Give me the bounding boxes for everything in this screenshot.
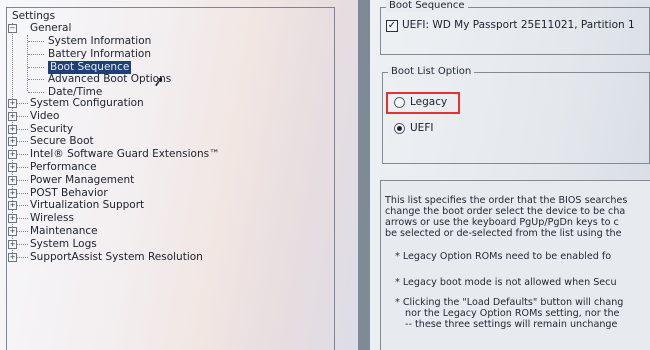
tree-item-label: Wireless — [30, 212, 74, 225]
help-bullet: * Legacy Option ROMs need to be enabled … — [395, 251, 612, 262]
tree-connector — [17, 205, 28, 207]
tree-item-label: Video — [30, 109, 60, 122]
tree-connector — [28, 41, 44, 42]
tree-connector — [17, 192, 28, 194]
tree-item[interactable]: + Wireless — [8, 212, 288, 225]
tree-subitem-label: Advanced Boot Options — [48, 73, 172, 86]
tree-item[interactable]: + System Configuration — [8, 97, 288, 110]
content-sheet: Boot Sequence ✓ UEFI: WD My Passport 25E… — [370, 0, 650, 350]
tree-item[interactable]: + Video — [8, 110, 288, 123]
tree-subitem-label: Battery Information — [48, 47, 151, 60]
boot-entry-label[interactable]: UEFI: WD My Passport 25E11021, Partition… — [402, 19, 635, 32]
boot-list-option-group — [382, 72, 650, 164]
tree-item-label: Secure Boot — [30, 135, 94, 148]
tree-item[interactable]: + POST Behavior — [8, 187, 288, 200]
tree-item-label: General — [30, 22, 72, 34]
settings-tree-panel: Settings − General ➚ System Information B… — [0, 0, 358, 350]
collapse-icon[interactable]: − — [8, 24, 17, 33]
tree-item-label: SupportAssist System Resolution — [30, 250, 203, 263]
tree-subitem-label: Boot Sequence — [48, 60, 132, 74]
tree-item[interactable]: + Virtualization Support — [8, 199, 288, 212]
tree-connector — [17, 141, 28, 143]
tree-item[interactable]: + Power Management — [8, 174, 288, 187]
expand-icon[interactable]: + — [8, 163, 17, 172]
help-bullet: * Clicking the "Load Defaults" button wi… — [395, 297, 624, 308]
panel-divider — [358, 0, 370, 350]
boot-settings-panel: Boot Sequence ✓ UEFI: WD My Passport 25E… — [358, 0, 650, 350]
tree-connector — [17, 179, 28, 181]
tree-item[interactable]: + System Logs — [8, 238, 288, 251]
boot-entry-checkbox[interactable]: ✓ — [386, 20, 398, 32]
expand-icon[interactable]: + — [8, 124, 17, 134]
help-line: be selected or de-selected from the list… — [385, 228, 622, 239]
tree-connector — [28, 92, 44, 94]
tree-item[interactable]: + Secure Boot — [8, 135, 288, 148]
tree-item-label: Maintenance — [30, 225, 98, 237]
expand-icon[interactable]: + — [8, 252, 17, 262]
tree-item[interactable]: + SupportAssist System Resolution — [8, 251, 288, 264]
tree-item-label: Virtualization Support — [30, 199, 145, 212]
expand-icon[interactable]: + — [8, 111, 17, 121]
tree-connector — [17, 167, 28, 168]
tree-connector — [28, 66, 44, 68]
tree-connector — [28, 53, 44, 55]
tree-connector — [17, 243, 28, 245]
help-line: -- these three settings will remain unch… — [405, 319, 618, 330]
general-connector — [27, 35, 28, 91]
help-description: This list specifies the order that the B… — [380, 180, 650, 350]
help-line: nor the Legacy Option ROMs setting, nor … — [405, 308, 620, 319]
tree-item[interactable]: + Security — [8, 123, 288, 136]
help-line: change the boot order select the device … — [385, 206, 626, 217]
tree-item-label: POST Behavior — [30, 186, 108, 199]
tree-item-label: Security — [30, 122, 74, 135]
uefi-radio[interactable] — [394, 123, 405, 134]
tree-item-label: Power Management — [30, 173, 135, 186]
expand-icon[interactable]: + — [8, 227, 17, 236]
tree-connector — [17, 128, 28, 130]
expand-icon[interactable]: + — [8, 188, 17, 198]
expand-icon[interactable]: + — [8, 214, 17, 224]
help-line: arrows or use the keyboard PgUp/PgDn key… — [385, 217, 619, 228]
tree-item[interactable]: + Intel® Software Guard Extensions™ — [8, 148, 288, 161]
tree-item-label: System Logs — [30, 237, 97, 250]
tree-item[interactable]: + Maintenance — [8, 225, 288, 238]
tree-connector — [17, 256, 28, 258]
tree-item-label: Performance — [30, 161, 97, 173]
tree-item-label: System Configuration — [30, 97, 144, 109]
boot-sequence-title: Boot Sequence — [386, 0, 468, 12]
tree-connector — [17, 218, 28, 220]
uefi-label[interactable]: UEFI — [410, 122, 433, 135]
boot-list-option-title: Boot List Option — [388, 66, 475, 78]
tree-connector — [17, 115, 28, 117]
help-bullet: * Legacy boot mode is not allowed when S… — [395, 277, 617, 288]
help-line: This list specifies the order that the B… — [385, 195, 628, 206]
tree-connector — [28, 79, 44, 81]
legacy-label[interactable]: Legacy — [410, 96, 447, 109]
tree-connector — [17, 231, 28, 232]
tree-item-general[interactable]: − General — [8, 22, 208, 35]
expand-icon[interactable]: + — [8, 201, 17, 211]
expand-icon[interactable]: + — [8, 175, 17, 185]
expand-icon[interactable]: + — [8, 150, 17, 160]
tree-subitem-label: System Information — [48, 35, 152, 47]
legacy-radio[interactable] — [394, 97, 405, 108]
tree-connector — [17, 154, 28, 156]
tree-item-label: Intel® Software Guard Extensions™ — [30, 148, 220, 161]
expand-icon[interactable]: + — [8, 99, 17, 108]
tree-item[interactable]: + Performance — [8, 161, 288, 174]
tree-connector — [17, 103, 28, 104]
expand-icon[interactable]: + — [8, 137, 17, 147]
expand-icon[interactable]: + — [8, 239, 17, 249]
